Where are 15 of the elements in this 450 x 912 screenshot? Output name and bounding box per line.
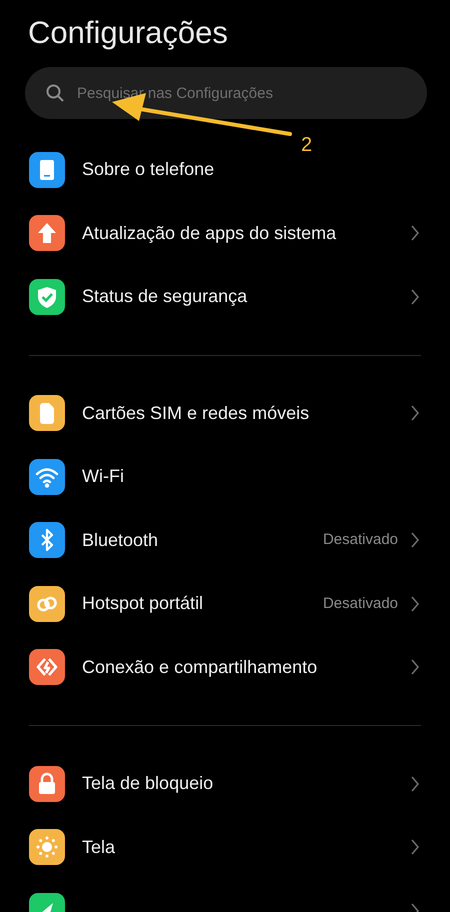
setting-label: Conexão e compartilhamento	[82, 656, 318, 679]
setting-label: Status de segurança	[82, 285, 248, 308]
setting-label: Bluetooth	[82, 528, 160, 552]
setting-label: Atualização de apps do sistema	[82, 222, 338, 245]
search-icon	[45, 83, 65, 103]
setting-label: Wi-Fi	[82, 465, 125, 488]
setting-label: Cartões SIM e redes móveis	[82, 402, 310, 425]
setting-label: Sobre o telefone	[82, 158, 216, 182]
annotation-number: 2	[301, 133, 312, 158]
setting-label: Tela de bloqueio	[82, 772, 214, 796]
setting-label: Hotspot portátil	[82, 592, 204, 616]
page-title: Configurações	[28, 14, 228, 52]
setting-label: Tela	[82, 836, 116, 859]
setting-value: Desativado	[322, 594, 398, 614]
setting-value: Desativado	[322, 530, 398, 550]
